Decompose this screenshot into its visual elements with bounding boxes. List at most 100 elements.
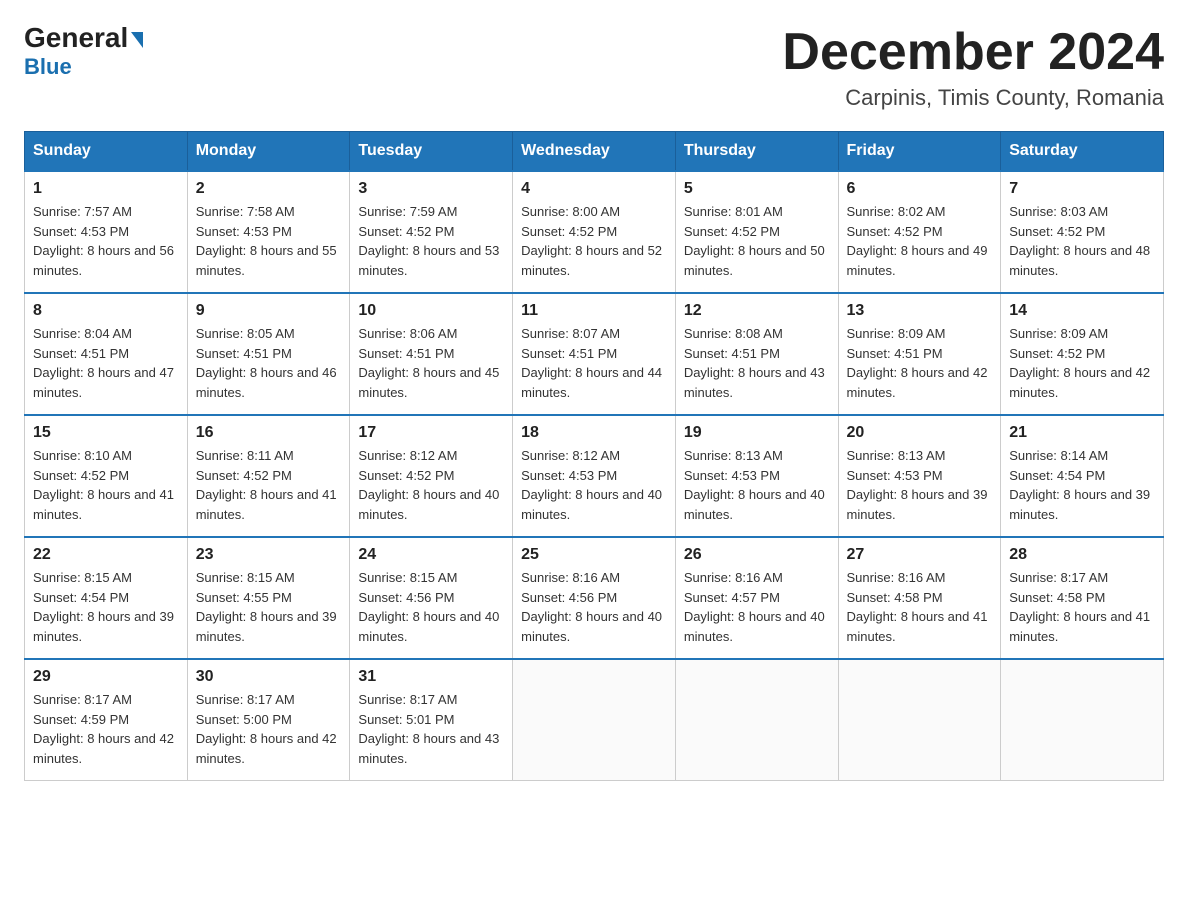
day-info: Sunrise: 8:12 AMSunset: 4:52 PMDaylight:…: [358, 446, 504, 524]
day-number: 22: [33, 546, 179, 564]
day-number: 20: [847, 424, 993, 442]
day-number: 2: [196, 180, 342, 198]
calendar-cell: 11Sunrise: 8:07 AMSunset: 4:51 PMDayligh…: [513, 293, 676, 415]
day-number: 12: [684, 302, 830, 320]
day-info: Sunrise: 8:15 AMSunset: 4:56 PMDaylight:…: [358, 568, 504, 646]
day-info: Sunrise: 8:02 AMSunset: 4:52 PMDaylight:…: [847, 202, 993, 280]
calendar-cell: 2 Sunrise: 7:58 AMSunset: 4:53 PMDaylight…: [187, 171, 350, 293]
day-info: Sunrise: 8:10 AMSunset: 4:52 PMDaylight:…: [33, 446, 179, 524]
day-info: Sunrise: 7:57 AMSunset: 4:53 PMDaylight:…: [33, 202, 179, 280]
calendar-cell: 30 Sunrise: 8:17 AMSunset: 5:00 PMDayligh…: [187, 659, 350, 781]
day-info: Sunrise: 8:15 AMSunset: 4:55 PMDaylight:…: [196, 568, 342, 646]
week-row-3: 15 Sunrise: 8:10 AMSunset: 4:52 PMDayligh…: [25, 415, 1164, 537]
day-info: Sunrise: 8:17 AMSunset: 4:59 PMDaylight:…: [33, 690, 179, 768]
calendar-cell: 9 Sunrise: 8:05 AMSunset: 4:51 PMDaylight…: [187, 293, 350, 415]
day-info: Sunrise: 8:06 AMSunset: 4:51 PMDaylight:…: [358, 324, 504, 402]
day-info: Sunrise: 8:09 AMSunset: 4:52 PMDaylight:…: [1009, 324, 1155, 402]
calendar-cell: [1001, 659, 1164, 781]
day-info: Sunrise: 8:17 AMSunset: 4:58 PMDaylight:…: [1009, 568, 1155, 646]
day-number: 18: [521, 424, 667, 442]
day-number: 29: [33, 668, 179, 686]
day-info: Sunrise: 8:17 AMSunset: 5:00 PMDaylight:…: [196, 690, 342, 768]
calendar-cell: 23 Sunrise: 8:15 AMSunset: 4:55 PMDayligh…: [187, 537, 350, 659]
day-info: Sunrise: 8:12 AMSunset: 4:53 PMDaylight:…: [521, 446, 667, 524]
col-header-saturday: Saturday: [1001, 132, 1164, 172]
day-info: Sunrise: 8:13 AMSunset: 4:53 PMDaylight:…: [847, 446, 993, 524]
calendar-cell: 27Sunrise: 8:16 AMSunset: 4:58 PMDayligh…: [838, 537, 1001, 659]
day-info: Sunrise: 8:01 AMSunset: 4:52 PMDaylight:…: [684, 202, 830, 280]
day-info: Sunrise: 8:04 AMSunset: 4:51 PMDaylight:…: [33, 324, 179, 402]
day-number: 31: [358, 668, 504, 686]
calendar-cell: 14 Sunrise: 8:09 AMSunset: 4:52 PMDayligh…: [1001, 293, 1164, 415]
calendar-cell: 31 Sunrise: 8:17 AMSunset: 5:01 PMDayligh…: [350, 659, 513, 781]
day-info: Sunrise: 8:17 AMSunset: 5:01 PMDaylight:…: [358, 690, 504, 768]
col-header-tuesday: Tuesday: [350, 132, 513, 172]
month-title: December 2024: [782, 24, 1164, 81]
calendar-cell: 26Sunrise: 8:16 AMSunset: 4:57 PMDayligh…: [675, 537, 838, 659]
day-info: Sunrise: 7:59 AMSunset: 4:52 PMDaylight:…: [358, 202, 504, 280]
day-number: 27: [847, 546, 993, 564]
day-number: 4: [521, 180, 667, 198]
calendar-cell: 20 Sunrise: 8:13 AMSunset: 4:53 PMDayligh…: [838, 415, 1001, 537]
calendar-cell: 29 Sunrise: 8:17 AMSunset: 4:59 PMDayligh…: [25, 659, 188, 781]
col-header-thursday: Thursday: [675, 132, 838, 172]
day-info: Sunrise: 8:15 AMSunset: 4:54 PMDaylight:…: [33, 568, 179, 646]
title-block: December 2024 Carpinis, Timis County, Ro…: [782, 24, 1164, 111]
col-header-sunday: Sunday: [25, 132, 188, 172]
day-number: 8: [33, 302, 179, 320]
day-number: 21: [1009, 424, 1155, 442]
day-number: 9: [196, 302, 342, 320]
calendar-cell: 6 Sunrise: 8:02 AMSunset: 4:52 PMDaylight…: [838, 171, 1001, 293]
day-number: 6: [847, 180, 993, 198]
calendar-cell: [513, 659, 676, 781]
day-number: 7: [1009, 180, 1155, 198]
day-number: 13: [847, 302, 993, 320]
day-info: Sunrise: 8:13 AMSunset: 4:53 PMDaylight:…: [684, 446, 830, 524]
calendar-cell: 24Sunrise: 8:15 AMSunset: 4:56 PMDayligh…: [350, 537, 513, 659]
week-row-5: 29 Sunrise: 8:17 AMSunset: 4:59 PMDayligh…: [25, 659, 1164, 781]
calendar-cell: [838, 659, 1001, 781]
calendar-cell: [675, 659, 838, 781]
col-header-friday: Friday: [838, 132, 1001, 172]
day-number: 14: [1009, 302, 1155, 320]
day-number: 30: [196, 668, 342, 686]
calendar-cell: 1Sunrise: 7:57 AMSunset: 4:53 PMDaylight…: [25, 171, 188, 293]
calendar-cell: 16Sunrise: 8:11 AMSunset: 4:52 PMDayligh…: [187, 415, 350, 537]
calendar-cell: 5 Sunrise: 8:01 AMSunset: 4:52 PMDaylight…: [675, 171, 838, 293]
day-number: 26: [684, 546, 830, 564]
calendar-table: SundayMondayTuesdayWednesdayThursdayFrid…: [24, 131, 1164, 781]
calendar-cell: 8 Sunrise: 8:04 AMSunset: 4:51 PMDaylight…: [25, 293, 188, 415]
day-info: Sunrise: 7:58 AMSunset: 4:53 PMDaylight:…: [196, 202, 342, 280]
week-row-4: 22 Sunrise: 8:15 AMSunset: 4:54 PMDayligh…: [25, 537, 1164, 659]
calendar-cell: 17 Sunrise: 8:12 AMSunset: 4:52 PMDayligh…: [350, 415, 513, 537]
week-row-2: 8 Sunrise: 8:04 AMSunset: 4:51 PMDaylight…: [25, 293, 1164, 415]
day-info: Sunrise: 8:09 AMSunset: 4:51 PMDaylight:…: [847, 324, 993, 402]
calendar-cell: 13 Sunrise: 8:09 AMSunset: 4:51 PMDayligh…: [838, 293, 1001, 415]
day-number: 25: [521, 546, 667, 564]
week-row-1: 1Sunrise: 7:57 AMSunset: 4:53 PMDaylight…: [25, 171, 1164, 293]
day-info: Sunrise: 8:11 AMSunset: 4:52 PMDaylight:…: [196, 446, 342, 524]
calendar-cell: 4Sunrise: 8:00 AMSunset: 4:52 PMDaylight…: [513, 171, 676, 293]
day-number: 3: [358, 180, 504, 198]
day-number: 11: [521, 302, 667, 320]
col-header-wednesday: Wednesday: [513, 132, 676, 172]
day-number: 15: [33, 424, 179, 442]
day-number: 23: [196, 546, 342, 564]
day-info: Sunrise: 8:08 AMSunset: 4:51 PMDaylight:…: [684, 324, 830, 402]
calendar-cell: 19Sunrise: 8:13 AMSunset: 4:53 PMDayligh…: [675, 415, 838, 537]
day-info: Sunrise: 8:16 AMSunset: 4:56 PMDaylight:…: [521, 568, 667, 646]
calendar-cell: 22 Sunrise: 8:15 AMSunset: 4:54 PMDayligh…: [25, 537, 188, 659]
calendar-cell: 7Sunrise: 8:03 AMSunset: 4:52 PMDaylight…: [1001, 171, 1164, 293]
calendar-cell: 21Sunrise: 8:14 AMSunset: 4:54 PMDayligh…: [1001, 415, 1164, 537]
day-info: Sunrise: 8:05 AMSunset: 4:51 PMDaylight:…: [196, 324, 342, 402]
location-title: Carpinis, Timis County, Romania: [782, 85, 1164, 111]
day-number: 5: [684, 180, 830, 198]
day-number: 17: [358, 424, 504, 442]
logo-line1: General: [24, 24, 143, 52]
calendar-cell: 15 Sunrise: 8:10 AMSunset: 4:52 PMDayligh…: [25, 415, 188, 537]
calendar-cell: 18 Sunrise: 8:12 AMSunset: 4:53 PMDayligh…: [513, 415, 676, 537]
calendar-cell: 28Sunrise: 8:17 AMSunset: 4:58 PMDayligh…: [1001, 537, 1164, 659]
calendar-cell: 12 Sunrise: 8:08 AMSunset: 4:51 PMDayligh…: [675, 293, 838, 415]
page-header: General Blue December 2024 Carpinis, Tim…: [24, 24, 1164, 111]
logo-line2: Blue: [24, 54, 72, 80]
